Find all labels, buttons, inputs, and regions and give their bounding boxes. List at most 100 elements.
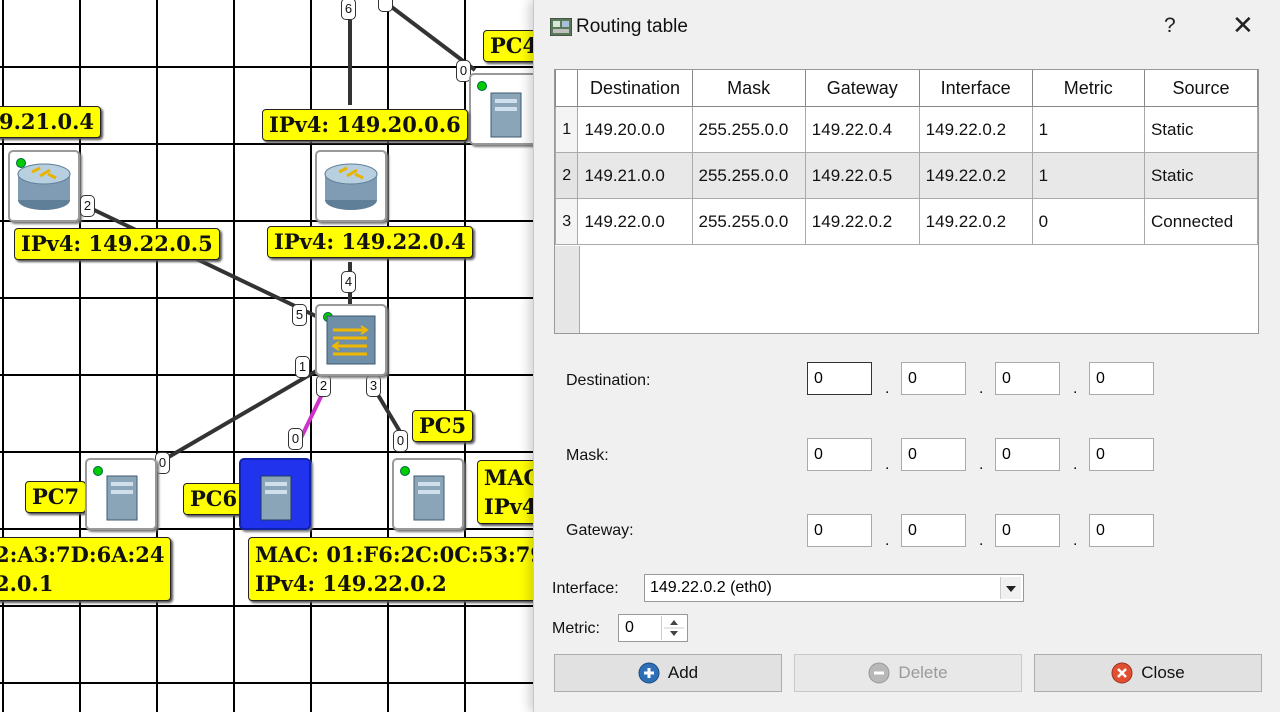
table-row[interactable]: 2 149.21.0.0 255.255.0.0 149.22.0.5 149.…	[554, 152, 1259, 199]
gateway-octet-3[interactable]	[995, 514, 1060, 547]
cell-metric: 1	[1031, 152, 1145, 199]
destination-label: Destination:	[566, 372, 651, 389]
table-row[interactable]: 3 149.22.0.0 255.255.0.0 149.22.0.2 149.…	[554, 198, 1259, 245]
routing-table-dialog: Routing table ? ✕ Destination Mask Gatew…	[533, 0, 1280, 712]
metric-label: Metric:	[552, 620, 600, 637]
help-button[interactable]: ?	[1164, 14, 1176, 38]
close-button[interactable]: Close	[1034, 654, 1262, 692]
mac-line: MAC: 01:F6:2C:0C:53:79	[255, 542, 545, 567]
pc6-device[interactable]	[239, 458, 311, 530]
octet-separator: .	[979, 532, 984, 549]
ip-line: IPv4: 149.22.0.2	[255, 571, 447, 596]
ip-line: IPv4	[484, 494, 537, 519]
octet-separator: .	[1073, 456, 1078, 473]
table-header-row: Destination Mask Gateway Interface Metri…	[554, 70, 1259, 107]
mask-octet-2[interactable]	[901, 438, 966, 471]
pc5-device[interactable]	[392, 458, 464, 530]
router-icon	[324, 163, 378, 210]
title-bar[interactable]: Routing table ? ✕	[534, 0, 1280, 56]
router2-device[interactable]	[315, 150, 387, 222]
mask-label: Mask:	[566, 447, 609, 464]
column-header-gateway[interactable]: Gateway	[804, 70, 920, 107]
chevron-down-icon[interactable]	[1000, 577, 1021, 599]
cell-interface: 149.22.0.2	[918, 198, 1033, 245]
octet-separator: .	[979, 380, 984, 397]
row-number: 1	[554, 106, 579, 153]
port-label	[378, 0, 393, 12]
pc6-name-label: PC6	[183, 483, 245, 515]
pc7-name-label: PC7	[25, 481, 87, 513]
table-row[interactable]: 1 149.20.0.0 255.255.0.0 149.22.0.4 149.…	[554, 106, 1259, 153]
column-header-interface[interactable]: Interface	[918, 70, 1033, 107]
cell-interface: 149.22.0.2	[918, 106, 1033, 153]
routing-table[interactable]: Destination Mask Gateway Interface Metri…	[554, 69, 1259, 334]
mac-line: MAC	[484, 465, 541, 490]
router2-lower-label: IPv4: 149.22.0.4	[267, 226, 473, 258]
cell-mask: 255.255.0.0	[691, 152, 806, 199]
octet-separator: .	[979, 456, 984, 473]
octet-separator: .	[1073, 380, 1078, 397]
port-label: 6	[341, 0, 356, 20]
dialog-title: Routing table	[576, 16, 688, 37]
close-icon[interactable]: ✕	[1232, 10, 1254, 41]
port-label: 5	[292, 304, 307, 326]
cell-metric: 1	[1031, 106, 1145, 153]
network-canvas[interactable]: 6 PC4 0 9.21.0.4 2 IPv4: 149.22.0.5 IPv4…	[0, 0, 545, 712]
spin-arrows-icon[interactable]	[661, 616, 686, 640]
mask-octet-3[interactable]	[995, 438, 1060, 471]
router1-ip-label: 9.21.0.4	[0, 106, 101, 138]
cell-gateway: 149.22.0.5	[804, 152, 920, 199]
switch-device[interactable]	[315, 304, 387, 376]
ip-line: 2.0.1	[0, 571, 54, 596]
destination-octet-2[interactable]	[901, 362, 966, 395]
pc7-device[interactable]	[85, 458, 157, 530]
port-label: 3	[366, 375, 381, 397]
pc-tower-icon	[490, 92, 522, 138]
row-number: 3	[554, 198, 579, 245]
column-header-source[interactable]: Source	[1143, 70, 1259, 107]
delete-button[interactable]: Delete	[794, 654, 1022, 692]
gateway-label: Gateway:	[566, 522, 634, 539]
gateway-octet-1[interactable]	[807, 514, 872, 547]
mask-octet-1[interactable]	[807, 438, 872, 471]
cell-gateway: 149.22.0.4	[804, 106, 920, 153]
close-label: Close	[1141, 663, 1185, 682]
octet-separator: .	[1073, 532, 1078, 549]
port-label: 0	[155, 452, 170, 474]
octet-separator: .	[885, 380, 890, 397]
pc5-name-label: PC5	[412, 410, 474, 442]
port-label: 1	[295, 356, 310, 378]
app-icon	[550, 18, 572, 36]
pc-tower-icon	[260, 475, 292, 521]
column-header-mask[interactable]: Mask	[691, 70, 806, 107]
port-label: 4	[341, 271, 356, 293]
add-label: Add	[667, 663, 699, 682]
metric-spinbox[interactable]: 0	[618, 614, 688, 642]
cell-mask: 255.255.0.0	[691, 198, 806, 245]
pc6-info-label: MAC: 01:F6:2C:0C:53:79 IPv4: 149.22.0.2	[248, 537, 545, 601]
interface-select[interactable]: 149.22.0.2 (eth0)	[644, 574, 1024, 602]
corner-cell	[554, 70, 579, 107]
router-icon	[17, 163, 71, 210]
delete-icon	[868, 662, 890, 684]
router1-device[interactable]	[8, 150, 80, 222]
pc4-device[interactable]	[469, 73, 541, 145]
gateway-octet-2[interactable]	[901, 514, 966, 547]
destination-octet-4[interactable]	[1089, 362, 1154, 395]
destination-octet-3[interactable]	[995, 362, 1060, 395]
router2-ip-label: IPv4: 149.20.0.6	[262, 109, 468, 141]
destination-octet-1[interactable]	[807, 362, 872, 395]
octet-separator: .	[885, 532, 890, 549]
metric-value: 0	[625, 619, 634, 636]
cell-mask: 255.255.0.0	[691, 106, 806, 153]
octet-separator: .	[885, 456, 890, 473]
column-header-metric[interactable]: Metric	[1031, 70, 1145, 107]
mask-octet-4[interactable]	[1089, 438, 1154, 471]
add-button[interactable]: Add	[554, 654, 782, 692]
column-header-destination[interactable]: Destination	[577, 70, 693, 107]
pc7-info-label: 2:A3:7D:6A:24 2.0.1	[0, 537, 172, 601]
cell-destination: 149.22.0.0	[577, 198, 693, 245]
cell-source: Connected	[1143, 198, 1259, 245]
close-circle-icon	[1111, 662, 1133, 684]
gateway-octet-4[interactable]	[1089, 514, 1154, 547]
